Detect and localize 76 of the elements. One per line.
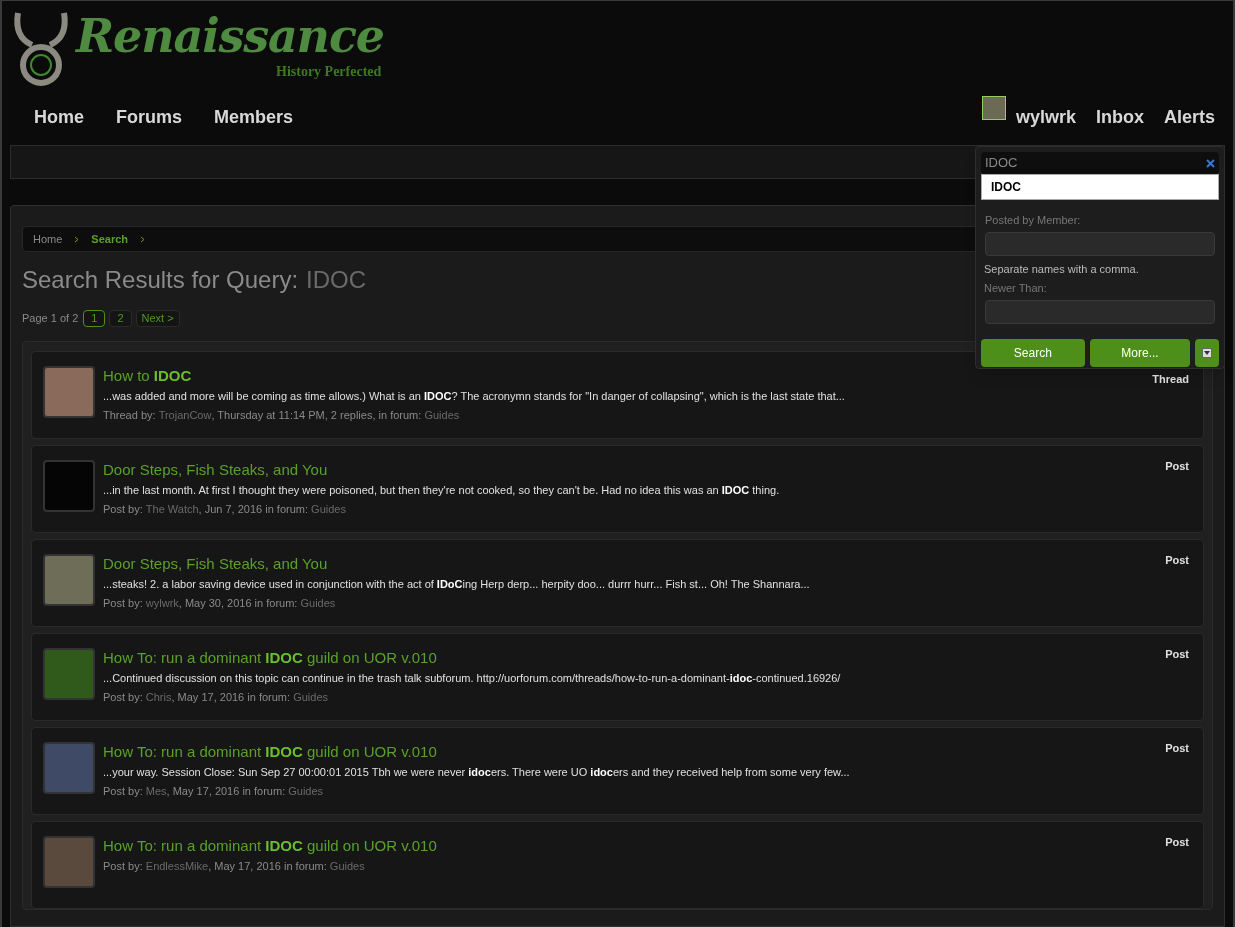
nav-tab[interactable]: Forums <box>116 103 183 131</box>
avatar-placeholder[interactable] <box>43 554 95 606</box>
content-type-label: Post <box>1165 459 1189 474</box>
result-meta: , Jun 7, 2016 in forum: <box>198 501 310 517</box>
page-count-text: Page 1 of 2 <box>22 311 79 327</box>
chevron-icon <box>74 235 80 243</box>
query-text: IDOC <box>306 265 367 295</box>
breadcrumb-link[interactable]: Search <box>91 230 129 248</box>
avatar-placeholder[interactable] <box>43 836 95 888</box>
content-type-label: Post <box>1165 553 1189 568</box>
close-icon[interactable] <box>1206 158 1215 168</box>
user-menu-link[interactable]: Alerts <box>1163 103 1215 131</box>
breadcrumb-link[interactable]: Home <box>33 230 63 248</box>
logo-title: Renaissance <box>76 8 384 65</box>
result-title-link[interactable]: Door Steps, Fish Steaks, and You <box>103 554 1166 574</box>
result-snippet: ...steaks! 2. a labor saving device used in conjunction with the act of IDoCing Herp derp... herpity doo... durrr hurr... Fish st... Oh! The Shannara... <box>103 577 811 592</box>
caret-icon <box>1202 347 1213 358</box>
result-meta: , Thursday at 11:14 PM, 2 replies, in forum: <box>211 407 423 423</box>
content-type-label: Post <box>1165 647 1189 662</box>
avatar-placeholder[interactable] <box>43 460 95 512</box>
result-title-link[interactable]: How To: run a dominant IDOC guild on UOR v.010 <box>103 648 1166 668</box>
forum-link[interactable]: Guides <box>329 858 365 875</box>
forum-link[interactable]: Guides <box>300 594 336 611</box>
autocomplete-suggestion[interactable]: IDOC <box>981 174 1219 200</box>
result-meta: , May 17, 2016 in forum: <box>171 689 292 705</box>
result-snippet: ...Continued discussion on this topic can continue in the trash talk subforum. http://uorforum.com/threads/how-to-run-a-dominant-idoc-continued.16926/ <box>103 671 842 686</box>
nav-tab[interactable]: Home <box>34 103 84 131</box>
byline-label: Post by: <box>103 595 144 611</box>
user-menu-link[interactable]: Inbox <box>1095 103 1144 131</box>
search-button[interactable]: Search <box>981 338 1085 367</box>
content-type-label: Thread <box>1152 372 1189 387</box>
byline-label: Post by: <box>103 783 144 799</box>
page-link[interactable]: 2 <box>109 310 132 327</box>
logo-tagline: History Perfected <box>276 63 383 81</box>
byline-label: Thread by: <box>103 407 157 423</box>
field-label: Posted by Member: <box>985 213 1082 228</box>
result-title-link[interactable]: How To: run a dominant IDOC guild on UOR v.010 <box>103 742 1166 762</box>
result-title-link[interactable]: How to IDOC <box>103 366 1153 386</box>
field-label: Newer Than: <box>984 281 1048 296</box>
forum-link[interactable]: Guides <box>293 688 328 705</box>
search-field[interactable]: IDOC <box>981 152 1219 174</box>
nav-tab[interactable]: Members <box>214 103 294 131</box>
page-title: Search Results for Query: <box>22 265 299 295</box>
hint-text: Separate names with a comma. <box>984 261 1140 277</box>
dropdown-button[interactable] <box>1195 338 1219 367</box>
user-name-link[interactable]: wylwrk <box>1015 103 1076 131</box>
forum-link[interactable]: Guides <box>311 500 346 517</box>
result-meta: , May 17, 2016 in forum: <box>166 783 287 799</box>
byline-label: Post by: <box>103 689 144 705</box>
result-snippet: ...was added and more will be coming as time allows.) What is an IDOC? The acronymn stands for "In danger of collapsing", which is the last state that... <box>103 389 846 404</box>
author-link[interactable]: EndlessMike <box>145 858 209 875</box>
content-type-label: Post <box>1165 741 1189 756</box>
more-options-button[interactable]: More... <box>1089 338 1191 367</box>
forum-link[interactable]: Guides <box>288 782 324 799</box>
page-link[interactable]: 1 <box>83 310 106 327</box>
result-title-link[interactable]: Door Steps, Fish Steaks, and You <box>103 460 1166 480</box>
result-meta: , May 30, 2016 in forum: <box>178 595 299 611</box>
chevron-icon <box>140 235 146 243</box>
avatar-placeholder[interactable] <box>43 742 95 794</box>
author-link[interactable]: The Watch <box>145 500 199 517</box>
date-input-field[interactable] <box>985 299 1215 324</box>
avatar-placeholder[interactable] <box>43 366 95 418</box>
user-avatar[interactable] <box>981 96 1006 120</box>
content-type-label: Post <box>1165 835 1189 850</box>
author-link[interactable]: Mes <box>145 782 167 799</box>
member-input-field[interactable] <box>985 231 1215 256</box>
result-snippet: ...your way. Session Close: Sun Sep 27 00:00:01 2015 Tbh we were never idocers. There were UO idocers and they received help from some very few... <box>103 765 851 780</box>
next-page-link[interactable]: Next > <box>135 310 180 327</box>
result-title-link[interactable]: How To: run a dominant IDOC guild on UOR v.010 <box>103 836 1166 856</box>
result-snippet: ...in the last month. At first I thought they were poisoned, but then they're not cooked, so they can't be. Had no idea this was an IDOC thing. <box>103 483 781 498</box>
byline-label: Post by: <box>103 859 144 874</box>
result-meta: , May 17, 2016 in forum: <box>208 859 328 874</box>
byline-label: Post by: <box>103 501 144 517</box>
forum-link[interactable]: Guides <box>424 406 460 423</box>
avatar-placeholder[interactable] <box>43 648 95 700</box>
author-link[interactable]: wylwrk <box>145 594 179 611</box>
